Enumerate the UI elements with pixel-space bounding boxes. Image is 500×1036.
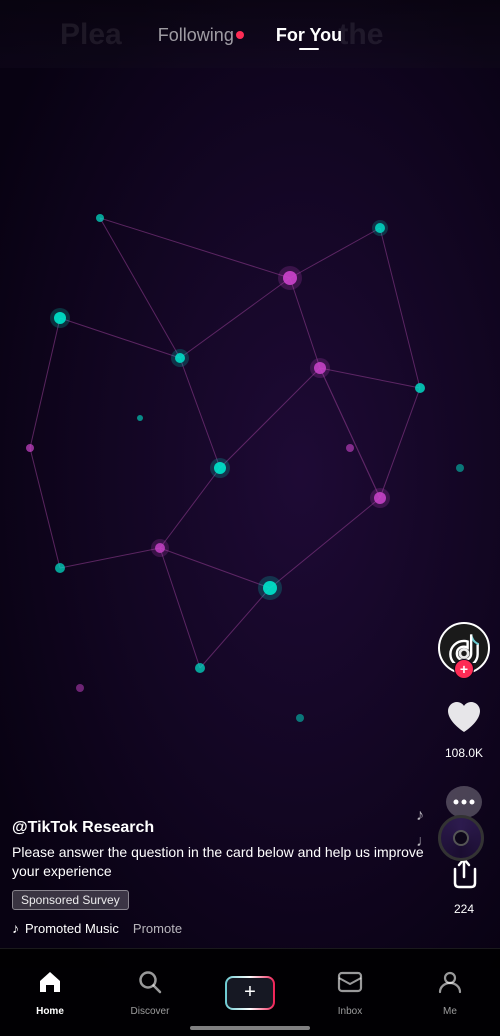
search-icon	[137, 969, 163, 1002]
sponsored-badge: Sponsored Survey	[12, 890, 129, 910]
live-indicator	[236, 31, 244, 39]
share-count: 224	[454, 902, 474, 916]
right-action-bar: + 108.0K 224	[438, 622, 490, 916]
music-name: Promoted Music	[25, 921, 119, 936]
discover-label: Discover	[131, 1006, 170, 1017]
like-count: 108.0K	[445, 746, 483, 760]
follow-plus-button[interactable]: +	[454, 659, 474, 679]
music-disc-inner	[453, 830, 469, 846]
bottom-navigation: Home Discover + Inbox	[0, 948, 500, 1036]
promoted-label: Promote	[133, 921, 182, 936]
plus-icon: +	[244, 981, 256, 1004]
ghost-text: Plea the	[0, 18, 500, 52]
creator-username[interactable]: @TikTok Research	[12, 819, 430, 837]
create-button[interactable]: +	[225, 976, 275, 1010]
inbox-label: Inbox	[338, 1006, 362, 1017]
heart-icon	[438, 692, 490, 744]
nav-home[interactable]: Home	[0, 969, 100, 1017]
music-disc[interactable]	[438, 815, 484, 861]
home-indicator	[190, 1026, 310, 1030]
like-button[interactable]: 108.0K	[438, 692, 490, 760]
video-info: @TikTok Research Please answer the quest…	[12, 819, 430, 936]
nav-discover[interactable]: Discover	[100, 969, 200, 1017]
top-navigation: Plea the Following For You	[0, 0, 500, 70]
creator-avatar[interactable]: +	[438, 622, 490, 674]
video-description: Please answer the question in the card b…	[12, 843, 430, 882]
music-note-icon: ♪	[12, 920, 19, 936]
for-you-tab[interactable]: For You	[276, 25, 342, 46]
following-tab[interactable]: Following	[158, 25, 244, 46]
music-info[interactable]: ♪ Promoted Music Promote	[12, 920, 430, 936]
inbox-icon	[337, 969, 363, 1002]
home-icon	[37, 969, 63, 1002]
nav-me[interactable]: Me	[400, 969, 500, 1017]
me-label: Me	[443, 1006, 457, 1017]
nav-create[interactable]: +	[200, 976, 300, 1010]
profile-icon	[437, 969, 463, 1002]
nav-inbox[interactable]: Inbox	[300, 969, 400, 1017]
home-label: Home	[36, 1006, 64, 1017]
